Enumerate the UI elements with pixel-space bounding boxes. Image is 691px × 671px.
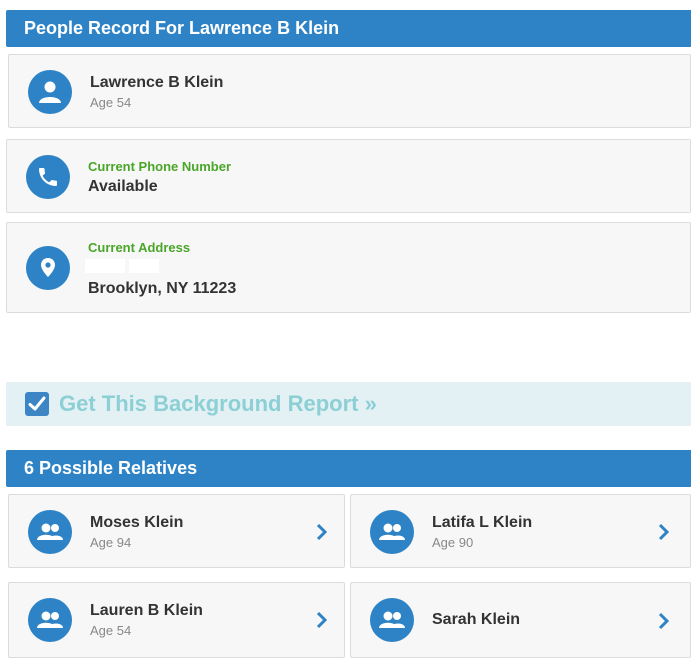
record-header: People Record For Lawrence B Klein <box>6 10 691 47</box>
phone-icon <box>26 155 70 199</box>
group-icon <box>370 510 414 554</box>
group-icon <box>28 510 72 554</box>
relative-card[interactable]: Latifa L Klein Age 90 <box>350 494 691 568</box>
person-name: Lawrence B Klein <box>90 74 224 91</box>
chevron-right-icon <box>658 612 670 630</box>
group-icon <box>28 598 72 642</box>
address-city-line: Brooklyn, NY 11223 <box>88 280 237 297</box>
relative-card[interactable]: Moses Klein Age 94 <box>8 494 345 568</box>
person-icon <box>28 70 72 114</box>
chevron-right-icon <box>316 523 328 541</box>
phone-label: Current Phone Number <box>88 159 232 174</box>
background-report-banner[interactable]: Get This Background Report » <box>6 382 691 426</box>
relatives-header: 6 Possible Relatives <box>6 450 691 487</box>
relative-age: Age 94 <box>90 535 132 550</box>
relatives-title: 6 Possible Relatives <box>24 458 198 478</box>
chevron-right-icon <box>658 523 670 541</box>
address-label: Current Address <box>88 240 191 255</box>
address-card: Current Address Brooklyn, NY 11223 <box>6 222 691 313</box>
checkbox-checked-icon <box>25 392 49 416</box>
address-street-redacted <box>85 259 125 273</box>
person-card: Lawrence B Klein Age 54 <box>8 54 691 128</box>
relative-age: Age 54 <box>90 623 132 638</box>
phone-value: Available <box>88 178 158 195</box>
relative-age: Age 90 <box>432 535 474 550</box>
phone-card: Current Phone Number Available <box>6 139 691 213</box>
record-title: People Record For Lawrence B Klein <box>24 18 340 38</box>
person-age: Age 54 <box>90 95 132 110</box>
relative-card[interactable]: Lauren B Klein Age 54 <box>8 582 345 658</box>
relative-name: Latifa L Klein <box>432 514 533 531</box>
chevron-right-icon <box>316 611 328 629</box>
address-number-redacted <box>129 259 159 273</box>
relative-card[interactable]: Sarah Klein <box>350 582 691 658</box>
group-icon <box>370 598 414 642</box>
relative-name: Lauren B Klein <box>90 602 203 619</box>
relative-name: Sarah Klein <box>432 611 521 628</box>
background-report-link[interactable]: Get This Background Report » <box>59 391 377 417</box>
location-pin-icon <box>26 246 70 290</box>
relative-name: Moses Klein <box>90 514 184 531</box>
